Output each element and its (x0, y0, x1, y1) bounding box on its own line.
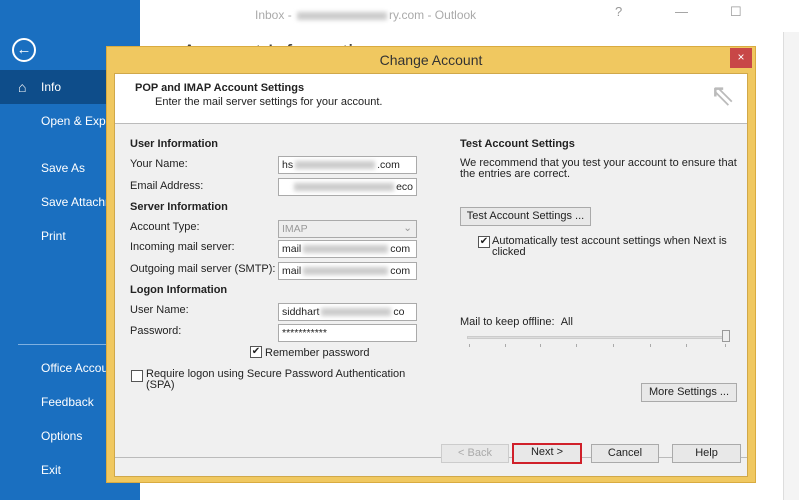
auto-test-checkbox[interactable]: ✔ (478, 236, 490, 248)
sidebar-item-label: Save As (41, 161, 86, 175)
test-heading: Test Account Settings (460, 138, 575, 150)
sidebar-item-label: Print (41, 229, 66, 243)
incoming-server-input[interactable]: mail com (278, 240, 417, 258)
title-suffix: ry.com - Outlook (389, 8, 477, 22)
remember-password-checkbox[interactable]: ✔ (250, 346, 262, 358)
test-account-settings-button[interactable]: Test Account Settings ... (460, 207, 591, 226)
cursor-click-icon: ⇖ (709, 79, 735, 112)
next-button[interactable]: Next > (512, 443, 582, 464)
slider-tick (613, 344, 614, 347)
test-description: We recommend that you test your account … (460, 157, 737, 180)
slider-tick (576, 344, 577, 347)
window-title: Inbox - ry.com - Outlook (255, 8, 476, 22)
email-end: eco (396, 181, 413, 193)
offline-slider-thumb[interactable] (722, 330, 730, 342)
header-title: POP and IMAP Account Settings (135, 82, 305, 94)
outgoing-start: mail (282, 265, 302, 277)
slider-tick (469, 344, 470, 347)
account-type-value: IMAP (282, 223, 308, 235)
email-label: Email Address: (130, 180, 204, 192)
cancel-button[interactable]: Cancel (591, 444, 659, 463)
slider-tick (505, 344, 506, 347)
user-info-heading: User Information (130, 138, 219, 150)
offline-value: All (560, 316, 573, 328)
spa-label: Require logon using Secure Password Auth… (146, 368, 406, 391)
maximize-icon[interactable]: ☐ (730, 4, 742, 20)
logon-info-heading: Logon Information (130, 284, 228, 296)
change-account-dialog: Change Account × POP and IMAP Account Se… (106, 46, 756, 483)
incoming-start: mail (282, 243, 302, 255)
account-type-select: IMAP ⌄ (278, 220, 417, 238)
close-button[interactable]: × (730, 48, 752, 68)
help-icon[interactable]: ? (615, 4, 622, 19)
name-label: Your Name: (130, 158, 188, 170)
user-name-input[interactable]: siddhart co (278, 303, 417, 321)
incoming-label: Incoming mail server: (130, 241, 235, 253)
dialog-header: POP and IMAP Account Settings Enter the … (115, 74, 747, 124)
sidebar-item-label: Exit (41, 463, 62, 477)
outgoing-end: com (390, 265, 411, 277)
your-name-input[interactable]: hs .com (278, 156, 417, 174)
incoming-end: com (390, 243, 411, 255)
chevron-down-icon: ⌄ (403, 222, 412, 234)
dialog-title: Change Account (379, 52, 483, 68)
slider-tick (686, 344, 687, 347)
offline-slider-track[interactable] (467, 336, 729, 339)
remember-password-label: Remember password (265, 347, 370, 359)
user-end: co (393, 306, 405, 318)
back-arrow-icon[interactable]: ← (12, 38, 36, 62)
sidebar-item-label: Options (41, 429, 83, 443)
home-icon: ⌂ (18, 79, 27, 95)
sidebar-item-label: Feedback (41, 395, 94, 409)
scrollbar[interactable] (783, 32, 799, 500)
password-input[interactable]: *********** (278, 324, 417, 342)
slider-tick (725, 344, 726, 347)
auto-test-label: Automatically test account settings when… (492, 235, 727, 258)
spa-checkbox[interactable] (131, 370, 143, 382)
name-end: .com (377, 159, 400, 171)
title-prefix: Inbox - (255, 8, 296, 22)
sidebar-item-label: Info (41, 80, 62, 94)
more-settings-button[interactable]: More Settings ... (641, 383, 737, 402)
outgoing-server-input[interactable]: mail com (278, 262, 417, 280)
email-input[interactable]: eco (278, 178, 417, 196)
slider-tick (650, 344, 651, 347)
header-subtitle: Enter the mail server settings for your … (155, 96, 383, 108)
password-label: Password: (130, 325, 182, 337)
outgoing-label: Outgoing mail server (SMTP): (130, 263, 276, 275)
minimize-icon[interactable]: — (675, 4, 688, 19)
offline-label-text: Mail to keep offline: (460, 316, 555, 328)
user-start: siddhart (282, 306, 320, 318)
back-button: < Back (441, 444, 509, 463)
server-info-heading: Server Information (130, 201, 228, 213)
help-button[interactable]: Help (672, 444, 741, 463)
offline-label: Mail to keep offline: All (460, 316, 573, 328)
name-start: hs (282, 159, 294, 171)
user-name-label: User Name: (130, 304, 189, 316)
slider-tick (540, 344, 541, 347)
account-type-label: Account Type: (130, 221, 200, 233)
